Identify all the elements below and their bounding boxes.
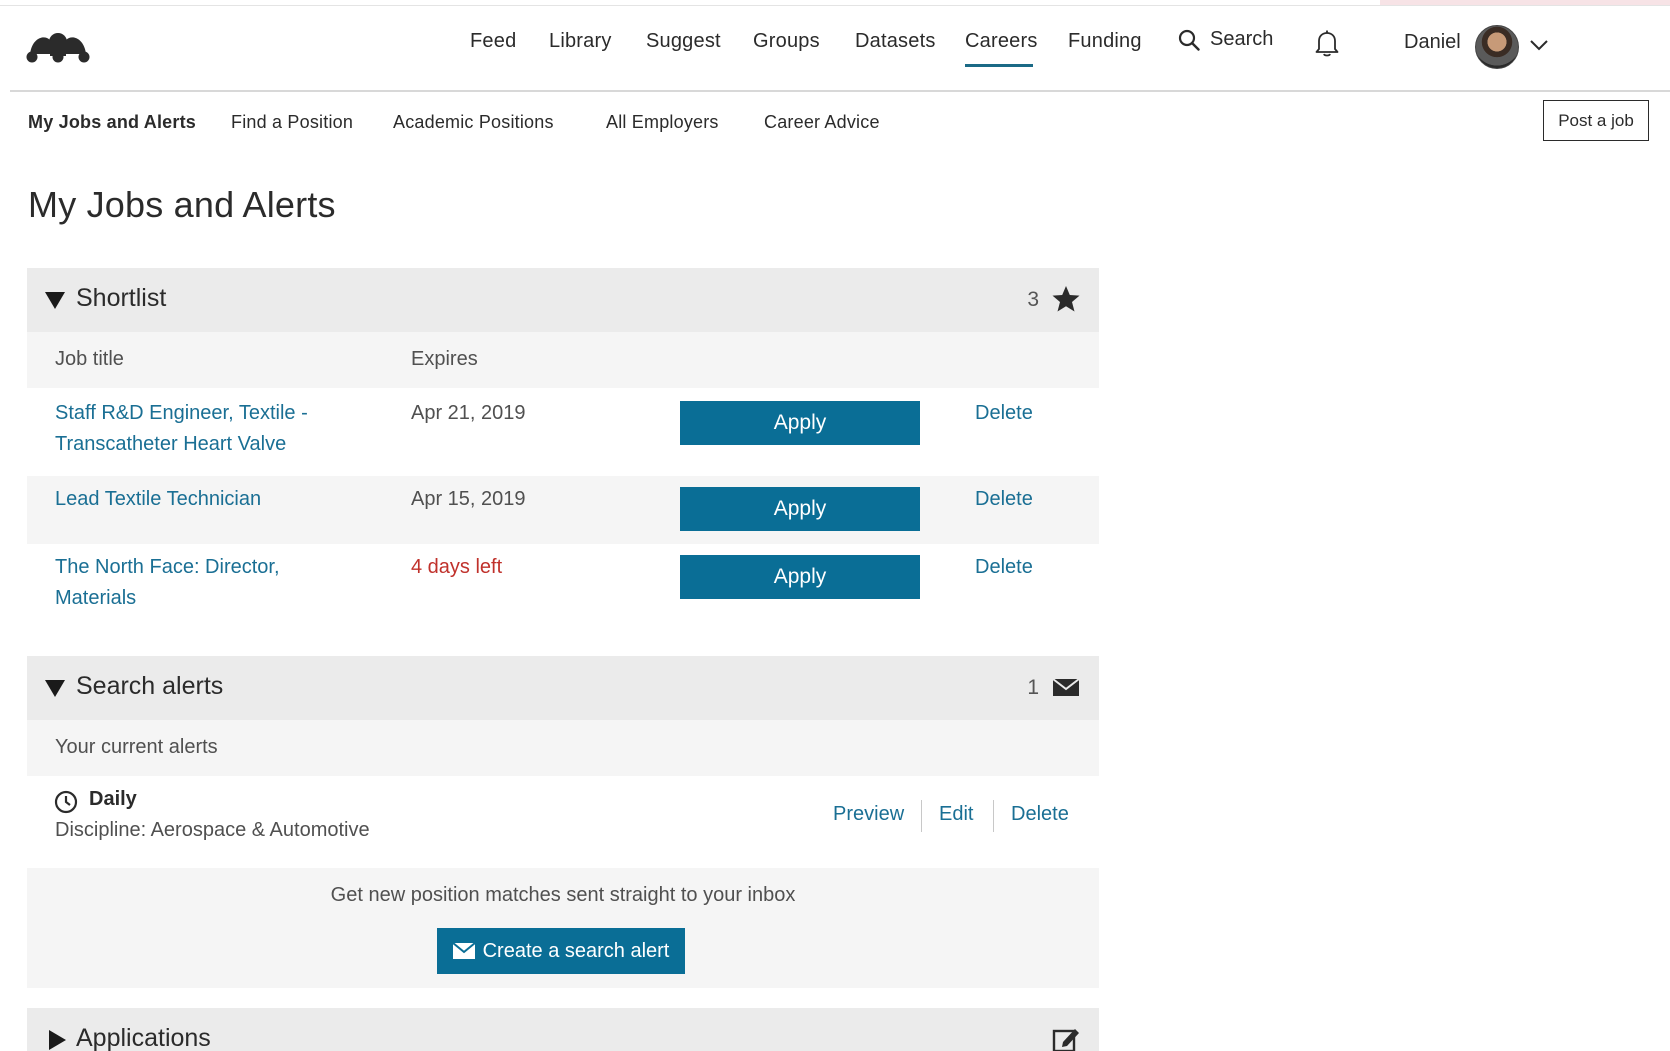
alert-cta-box: Get new position matches sent straight t… <box>27 868 1099 988</box>
col-expires: Expires <box>411 348 478 370</box>
job-title-line1: Staff R&D Engineer, Textile - <box>55 402 308 424</box>
clock-icon <box>54 790 78 814</box>
top-navigation: Feed Library Suggest Groups Datasets Car… <box>10 6 1670 92</box>
star-icon <box>1052 286 1080 312</box>
nav-groups[interactable]: Groups <box>753 30 820 53</box>
shortlist-row: The North Face: Director, Materials 4 da… <box>27 544 1099 652</box>
nav-search[interactable]: Search <box>1178 28 1273 51</box>
search-alerts-header[interactable]: Search alerts 1 <box>27 656 1099 720</box>
job-title-link[interactable]: The North Face: Director, Materials <box>55 552 280 614</box>
alerts-subheading: Your current alerts <box>55 736 218 758</box>
job-title-line2: Materials <box>55 587 137 609</box>
delete-link[interactable]: Delete <box>975 556 1033 579</box>
alert-item: Daily Discipline: Aerospace & Automotive… <box>27 776 1099 862</box>
alerts-subheading-row: Your current alerts <box>27 720 1099 776</box>
nav-active-indicator <box>965 64 1033 67</box>
divider <box>921 800 922 832</box>
nav-careers[interactable]: Careers <box>965 30 1038 53</box>
nav-datasets[interactable]: Datasets <box>855 30 936 53</box>
shortlist-row: Lead Textile Technician Apr 15, 2019 App… <box>27 476 1099 544</box>
top-accent-pink <box>1380 0 1670 5</box>
shortlist-header[interactable]: Shortlist 3 <box>27 268 1099 332</box>
collapse-triangle-icon[interactable] <box>45 680 65 697</box>
envelope-icon <box>1052 678 1080 696</box>
job-title-line1: Lead Textile Technician <box>55 488 262 510</box>
expand-triangle-icon[interactable] <box>49 1030 66 1050</box>
create-search-alert-button[interactable]: Create a search alert <box>437 928 685 974</box>
edit-icon <box>1052 1029 1079 1051</box>
applications-panel: Applications <box>27 1008 1099 1051</box>
post-a-job-button[interactable]: Post a job <box>1543 100 1649 141</box>
apply-button[interactable]: Apply <box>680 487 920 531</box>
subnav-academic-positions[interactable]: Academic Positions <box>393 112 554 133</box>
shortlist-row: Staff R&D Engineer, Textile - Transcathe… <box>27 388 1099 476</box>
search-alerts-count: 1 <box>1027 676 1039 699</box>
nav-funding[interactable]: Funding <box>1068 30 1142 53</box>
applications-header[interactable]: Applications <box>27 1008 1099 1051</box>
shortlist-count: 3 <box>1027 288 1039 311</box>
shortlist-column-headers: Job title Expires <box>27 332 1099 388</box>
collapse-triangle-icon[interactable] <box>45 292 65 309</box>
user-avatar[interactable] <box>1475 25 1519 69</box>
chevron-down-icon[interactable] <box>1528 36 1550 54</box>
nav-search-label: Search <box>1210 28 1274 50</box>
alert-edit-link[interactable]: Edit <box>939 803 973 826</box>
delete-link[interactable]: Delete <box>975 488 1033 511</box>
job-expires-urgent: 4 days left <box>411 556 503 578</box>
page-title: My Jobs and Alerts <box>28 184 336 225</box>
job-title-line1: The North Face: Director, <box>55 556 280 578</box>
alert-discipline: Discipline: Aerospace & Automotive <box>55 819 370 841</box>
create-search-alert-label: Create a search alert <box>482 939 670 962</box>
alert-delete-link[interactable]: Delete <box>1011 803 1069 826</box>
nav-feed[interactable]: Feed <box>470 30 516 53</box>
subnav-career-advice[interactable]: Career Advice <box>764 112 880 133</box>
subnav-all-employers[interactable]: All Employers <box>606 112 719 133</box>
delete-link[interactable]: Delete <box>975 402 1033 425</box>
alert-preview-link[interactable]: Preview <box>833 803 904 826</box>
user-name[interactable]: Daniel <box>1404 31 1461 54</box>
job-title-link[interactable]: Staff R&D Engineer, Textile - Transcathe… <box>55 398 308 460</box>
subnav-my-jobs-and-alerts[interactable]: My Jobs and Alerts <box>28 112 196 133</box>
shortlist-panel: Shortlist 3 Job title Expires Staff R&D … <box>27 268 1099 652</box>
alert-frequency: Daily <box>89 788 137 810</box>
job-expires: Apr 21, 2019 <box>411 402 526 424</box>
search-icon <box>1178 29 1200 51</box>
search-alerts-title: Search alerts <box>76 672 224 700</box>
apply-button[interactable]: Apply <box>680 401 920 445</box>
envelope-icon <box>452 943 475 959</box>
shortlist-title: Shortlist <box>76 284 167 312</box>
nav-suggest[interactable]: Suggest <box>646 30 721 53</box>
notifications-bell-icon[interactable] <box>1313 28 1341 58</box>
col-job-title: Job title <box>55 348 124 370</box>
job-title-link[interactable]: Lead Textile Technician <box>55 484 261 515</box>
applications-title: Applications <box>76 1024 211 1051</box>
subnav-find-a-position[interactable]: Find a Position <box>231 112 353 133</box>
job-expires: Apr 15, 2019 <box>411 488 526 510</box>
alert-cta-message: Get new position matches sent straight t… <box>330 884 796 906</box>
apply-button[interactable]: Apply <box>680 555 920 599</box>
nav-library[interactable]: Library <box>549 30 612 53</box>
search-alerts-panel: Search alerts 1 Your current alerts Dail… <box>27 656 1099 988</box>
mendeley-logo-icon[interactable] <box>26 28 90 64</box>
job-title-line2: Transcatheter Heart Valve <box>55 433 287 455</box>
divider <box>993 800 994 832</box>
